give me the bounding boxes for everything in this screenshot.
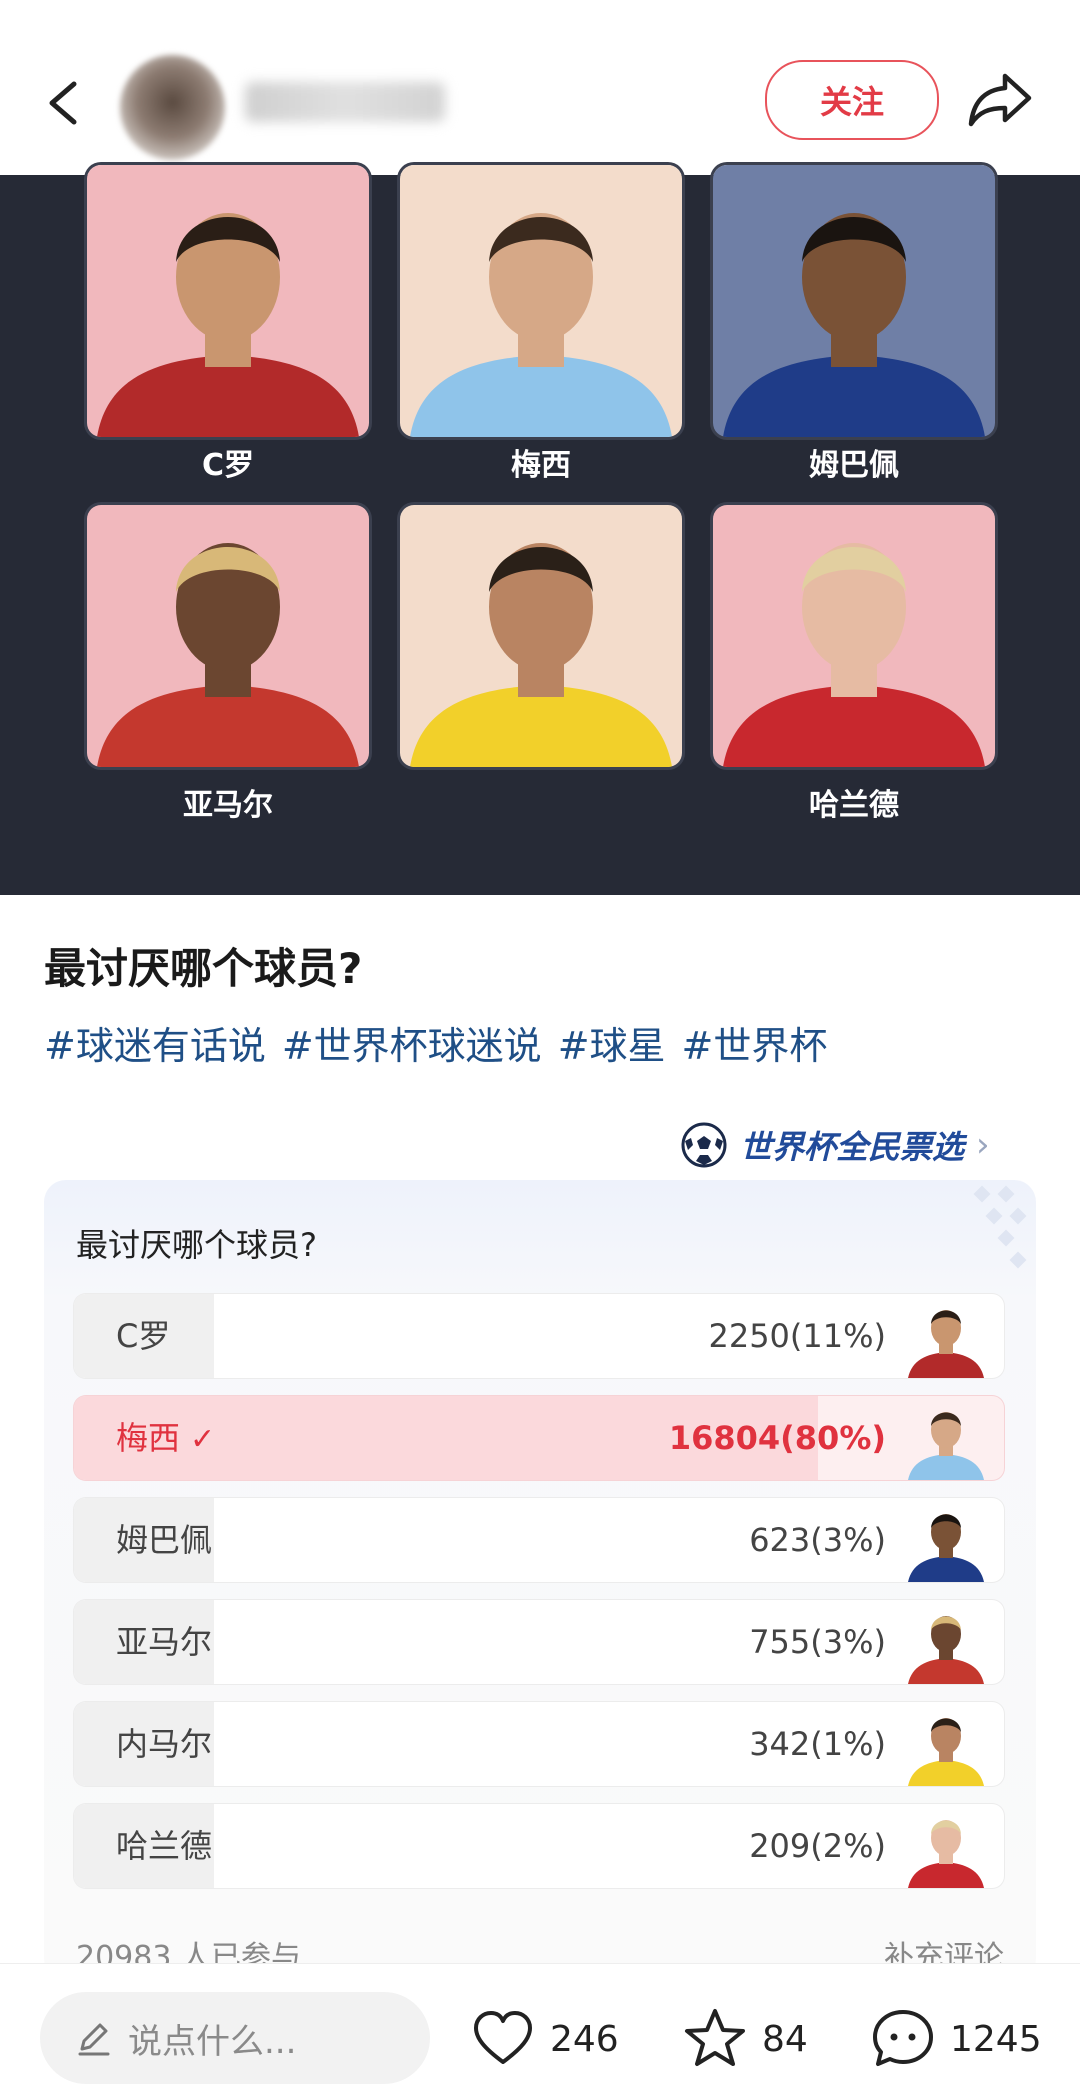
option-label: 姆巴佩 (116, 1521, 213, 1559)
poll-option[interactable]: 哈兰德 209(2%) (74, 1804, 1004, 1888)
player-thumbnail (906, 1504, 986, 1582)
post-title: 最讨厌哪个球员? (44, 944, 363, 993)
vote-count: 2250(11%) (708, 1317, 886, 1355)
top-bar: 关注 (0, 0, 1080, 175)
author-name-blurred[interactable] (245, 82, 445, 122)
player-photo-card (87, 505, 369, 767)
bottom-action-bar: 说点什么... 246 84 1245 (0, 1963, 1080, 2100)
poll-brand-title: 世界杯全民票选 (740, 1128, 965, 1166)
soccer-ball-icon (681, 1122, 727, 1168)
comment-bubble-icon (873, 2010, 933, 2066)
vote-count: 209(2%) (749, 1827, 886, 1865)
pen-icon (78, 2023, 110, 2056)
player-photo-card (713, 505, 995, 767)
favorite-button[interactable]: 84 (682, 2004, 808, 2074)
comment-count: 1245 (950, 2018, 1042, 2060)
poll-option[interactable]: C罗 2250(11%) (74, 1294, 1004, 1378)
decorative-diamonds (973, 1185, 1027, 1269)
hashtag[interactable]: #世界杯球迷说 (282, 1015, 542, 1070)
chevron-right-icon: › (976, 1125, 990, 1165)
player-thumbnail (906, 1402, 986, 1480)
player-name-label: 哈兰德 (809, 788, 899, 823)
vote-count: 755(3%) (749, 1623, 886, 1661)
heart-icon (474, 2011, 532, 2064)
poll-option[interactable]: 亚马尔 755(3%) (74, 1600, 1004, 1684)
hashtag[interactable]: #球迷有话说 (44, 1015, 266, 1070)
player-thumbnail (906, 1708, 986, 1786)
player-photo-card (400, 165, 682, 437)
hero-image[interactable]: C罗 梅西 姆巴佩亚马尔 哈兰德 (0, 165, 1080, 895)
option-label: 内马尔 (116, 1725, 213, 1763)
hashtag[interactable]: #球星 (558, 1015, 666, 1070)
like-button[interactable]: 246 (470, 2004, 619, 2074)
poll-brand-link[interactable]: 世界杯全民票选 › (680, 1115, 990, 1175)
player-name-label: 姆巴佩 (809, 448, 899, 483)
vote-count: 342(1%) (749, 1725, 886, 1763)
poll-option[interactable]: 内马尔 342(1%) (74, 1702, 1004, 1786)
comment-placeholder: 说点什么... (128, 2021, 297, 2062)
player-photo-card (713, 165, 995, 437)
author-avatar[interactable] (120, 55, 225, 160)
poll-card: 最讨厌哪个球员? C罗 2250(11%) 梅西 ✓ 16804(80%) 姆巴佩 623(… (44, 1180, 1036, 1980)
hashtag[interactable]: #世界杯 (682, 1015, 828, 1070)
hashtag-list: #球迷有话说 #世界杯球迷说 #球星 #世界杯 (44, 1015, 827, 1070)
player-thumbnail (906, 1810, 986, 1888)
player-thumbnail (906, 1606, 986, 1684)
vote-count: 16804(80%) (668, 1419, 886, 1457)
poll-question: 最讨厌哪个球员? (76, 1226, 317, 1264)
star-icon (685, 2009, 745, 2066)
player-photo-card (87, 165, 369, 437)
option-label: 梅西 ✓ (116, 1419, 216, 1457)
player-name-label: 亚马尔 (183, 788, 273, 823)
like-count: 246 (550, 2018, 619, 2060)
poll-option[interactable]: 梅西 ✓ 16804(80%) (74, 1396, 1004, 1480)
option-label: 亚马尔 (116, 1623, 213, 1661)
check-icon: ✓ (190, 1422, 216, 1457)
player-name-label: 梅西 (511, 448, 571, 483)
share-icon[interactable] (965, 70, 1035, 130)
player-thumbnail (906, 1300, 986, 1378)
comment-button[interactable]: 1245 (870, 2004, 1042, 2074)
back-arrow-icon[interactable] (40, 78, 90, 128)
player-name-label: C罗 (201, 448, 255, 483)
comment-input[interactable]: 说点什么... (40, 1992, 430, 2084)
poll-option[interactable]: 姆巴佩 623(3%) (74, 1498, 1004, 1582)
option-label: 哈兰德 (116, 1827, 213, 1865)
option-label: C罗 (116, 1317, 171, 1355)
vote-count: 623(3%) (749, 1521, 886, 1559)
player-photo-card (400, 505, 682, 767)
favorite-count: 84 (762, 2018, 808, 2060)
follow-button[interactable]: 关注 (765, 60, 939, 140)
